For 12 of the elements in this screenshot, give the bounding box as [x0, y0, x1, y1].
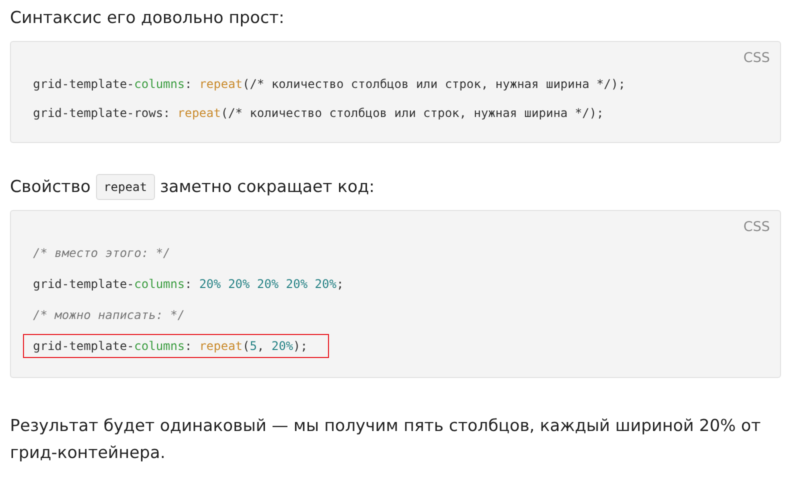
paragraph-text: заметно сокращает код: — [160, 176, 375, 198]
code-line: /* вместо этого: */ — [32, 245, 172, 262]
language-label: CSS — [743, 50, 770, 66]
paragraph-text: Свойство — [10, 176, 91, 198]
language-label: CSS — [743, 219, 770, 235]
code-line: grid-template-columns: repeat(/* количество столбцов или строк, нужная ширина */); — [32, 76, 626, 93]
code-line: grid-template-rows: repeat(/* количество столбцов или строк, нужная ширина */); — [32, 105, 605, 122]
paragraph-text: Синтаксис его довольно прост: — [10, 7, 284, 29]
paragraph-text: Результат будет одинаковый — мы получим пять столбцов, каждый шириной 20% от грид-контейнера. — [10, 415, 762, 464]
code-line: /* можно написать: */ — [32, 307, 186, 324]
code-line: grid-template-columns: 20% 20% 20% 20% 20%; — [32, 276, 345, 293]
inline-code: repeat — [96, 174, 155, 200]
